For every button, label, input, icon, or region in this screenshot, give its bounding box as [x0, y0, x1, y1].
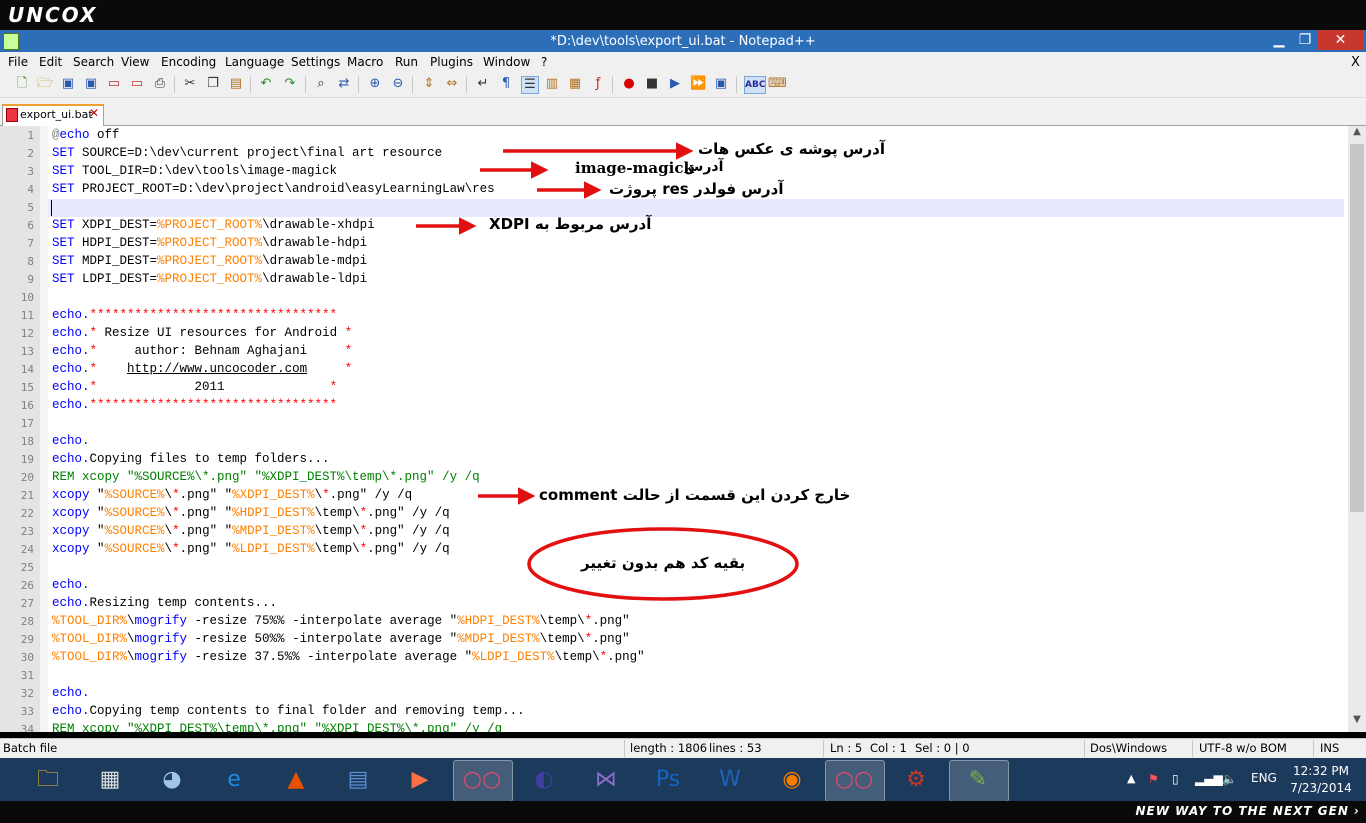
flickr-app-1-icon: ○○: [462, 767, 502, 792]
book-app-icon: ▤: [347, 767, 369, 792]
file-explorer-icon: 🗀: [36, 767, 59, 792]
clock-time[interactable]: 12:32 PM: [1290, 764, 1352, 778]
annotation-res-folder: آدرس فولدر res پروژت: [609, 180, 784, 198]
status-separator: [823, 740, 824, 757]
scroll-up-icon[interactable]: ▲: [1348, 126, 1366, 142]
status-eol[interactable]: Dos\Windows: [1090, 741, 1167, 755]
fish-app-icon: ◕: [162, 767, 182, 792]
system-monitor-icon: ▦: [99, 767, 121, 792]
volume-icon[interactable]: 🔈: [1222, 772, 1237, 786]
photoshop-icon: Ps: [655, 767, 681, 792]
internet-explorer-icon: e: [227, 767, 241, 792]
notepad-plus-plus-icon: ✎: [968, 767, 988, 792]
annotation-uncomment: خارج کردن این قسمت از حالت comment: [539, 486, 851, 504]
status-selection: Sel : 0 | 0: [915, 741, 970, 755]
status-file-type: Batch file: [3, 741, 58, 755]
status-separator: [1313, 740, 1314, 757]
annotation-layer: [416, 142, 799, 601]
firefox-icon: ◉: [782, 767, 802, 792]
network-signal-icon[interactable]: ▂▄▆: [1195, 772, 1223, 786]
visual-studio-icon: ⋈: [595, 767, 617, 792]
annotation-images-folder: آدرس پوشه ی عکس هات: [698, 140, 885, 158]
status-line-number: Ln : 5: [830, 741, 863, 755]
annotation-image-magick: image-magick: [575, 159, 694, 177]
annotation-rest-unchanged: بقیه کد هم بدون تغییر: [581, 554, 746, 572]
status-separator: [624, 740, 625, 757]
annotation-xdpi: آدرس مربوط به XDPI: [489, 215, 652, 233]
tray-expand-icon[interactable]: ▲: [1127, 772, 1135, 785]
action-center-icon[interactable]: ⚑: [1148, 772, 1159, 786]
status-length: length : 1806: [630, 741, 708, 755]
status-lines: lines : 53: [709, 741, 762, 755]
word-icon: W: [719, 767, 741, 792]
status-separator: [1084, 740, 1085, 757]
java-ee-ide-icon: ⚙: [906, 767, 926, 792]
slogan: NEW WAY TO THE NEXT GEN ›: [1135, 804, 1360, 818]
scroll-down-icon[interactable]: ▼: [1348, 714, 1366, 730]
status-column: Col : 1: [870, 741, 907, 755]
status-insert-mode[interactable]: INS: [1320, 741, 1339, 755]
language-indicator[interactable]: ENG: [1251, 771, 1277, 785]
scrollbar-thumb[interactable]: [1350, 144, 1364, 512]
clock-date[interactable]: 7/23/2014: [1290, 781, 1352, 795]
status-encoding[interactable]: UTF-8 w/o BOM: [1199, 741, 1287, 755]
media-player-icon: ▶: [411, 767, 429, 792]
flickr-app-2-icon: ○○: [834, 767, 874, 792]
eclipse-icon: ◐: [534, 767, 554, 792]
matlab-icon: ▲: [287, 767, 305, 792]
status-separator: [1192, 740, 1193, 757]
battery-icon[interactable]: ▯: [1172, 772, 1179, 786]
